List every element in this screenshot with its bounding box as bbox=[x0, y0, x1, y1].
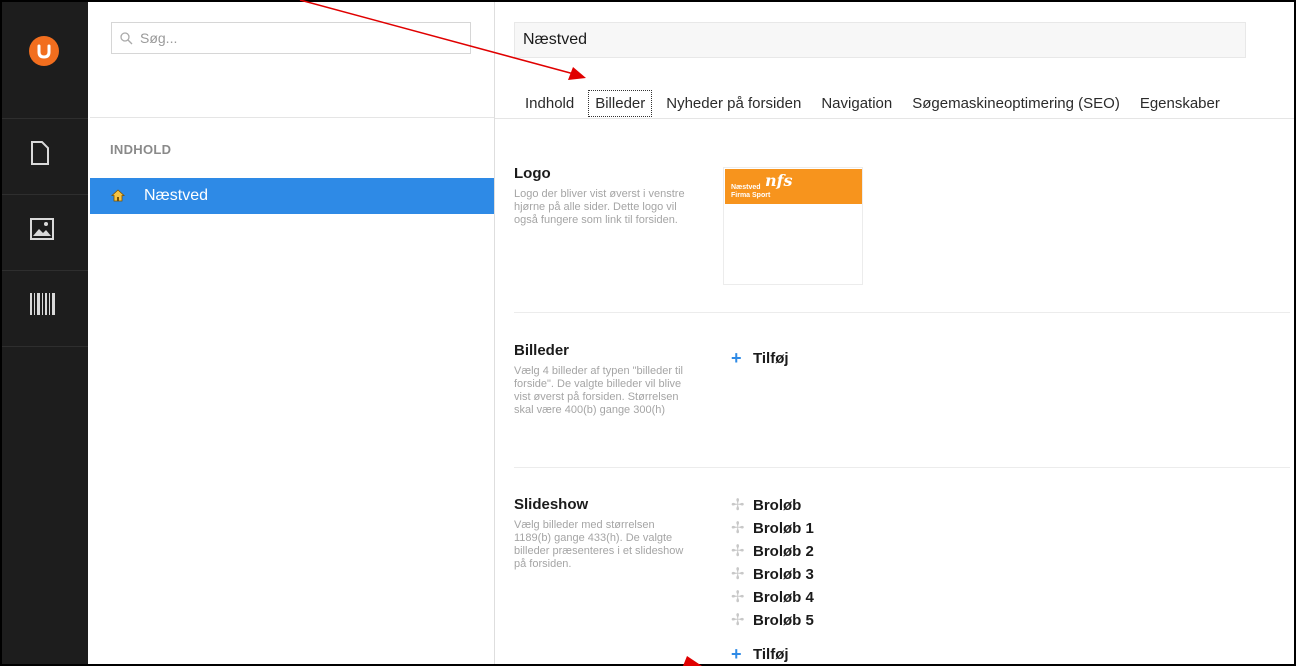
property-description: Vælg billeder med størrelsen 1189(b) gan… bbox=[514, 519, 684, 570]
property-description: Vælg 4 billeder af typen "billeder til f… bbox=[514, 365, 683, 416]
property-divider bbox=[514, 467, 1290, 468]
rail-divider bbox=[2, 346, 88, 347]
add-label: Tilføj bbox=[753, 646, 789, 663]
search-placeholder: Søg... bbox=[140, 30, 178, 46]
tab-indhold[interactable]: Indhold bbox=[519, 91, 580, 116]
search-input[interactable]: Søg... bbox=[111, 22, 471, 54]
barcode-icon[interactable] bbox=[30, 293, 60, 323]
image-icon[interactable] bbox=[30, 218, 60, 248]
logo-text-line1: Næstved bbox=[731, 184, 761, 191]
slideshow-item-label: Broløb 2 bbox=[753, 543, 814, 560]
home-icon bbox=[111, 189, 125, 202]
editor-panel: Næstved Indhold Billeder Nyheder på fors… bbox=[495, 2, 1294, 664]
slideshow-item-label: Broløb 3 bbox=[753, 566, 814, 583]
drag-handle-icon[interactable]: ✢ bbox=[731, 543, 753, 560]
drag-handle-icon[interactable]: ✢ bbox=[731, 497, 753, 514]
property-title: Logo bbox=[514, 165, 551, 182]
property-billeder: Billeder Vælg 4 billeder af typen "bille… bbox=[514, 342, 690, 417]
property-divider bbox=[514, 312, 1290, 313]
slideshow-item-label: Broløb 4 bbox=[753, 589, 814, 606]
slideshow-item[interactable]: ✢ Broløb 4 bbox=[731, 586, 814, 609]
drag-handle-icon[interactable]: ✢ bbox=[731, 612, 753, 629]
search-icon bbox=[120, 32, 133, 45]
tree-item-naestved[interactable]: Næstved bbox=[90, 178, 494, 214]
property-description: Logo der bliver vist øverst i venstre hj… bbox=[514, 188, 685, 226]
drag-handle-icon[interactable]: ✢ bbox=[731, 520, 753, 537]
tab-billeder[interactable]: Billeder bbox=[588, 89, 653, 117]
slideshow-item[interactable]: ✢ Broløb bbox=[731, 494, 814, 517]
logo-image-preview[interactable]: nfs Næstved Firma Sport bbox=[723, 167, 863, 285]
editor-tabs: Indhold Billeder Nyheder på forsiden Nav… bbox=[519, 86, 1234, 120]
add-slideshow-button[interactable]: + Tilføj bbox=[731, 644, 789, 664]
rail-divider bbox=[2, 270, 88, 271]
tab-seo[interactable]: Søgemaskineoptimering (SEO) bbox=[906, 91, 1126, 116]
slideshow-list: ✢ Broløb ✢ Broløb 1 ✢ Broløb 2 ✢ Broløb … bbox=[731, 494, 814, 632]
node-name-field[interactable]: Næstved bbox=[514, 22, 1246, 58]
plus-icon: + bbox=[731, 348, 742, 368]
rail-divider bbox=[2, 194, 88, 195]
rail-divider bbox=[2, 118, 88, 119]
slideshow-item[interactable]: ✢ Broløb 5 bbox=[731, 609, 814, 632]
property-title: Billeder bbox=[514, 342, 570, 359]
property-logo: Logo Logo der bliver vist øverst i venst… bbox=[514, 165, 690, 227]
section-rail bbox=[2, 2, 88, 664]
logo-image: nfs Næstved Firma Sport bbox=[725, 169, 862, 204]
content-tree-panel: Søg... INDHOLD Næstved bbox=[90, 2, 495, 664]
logo-text: Næstved Firma Sport bbox=[731, 184, 770, 200]
slideshow-item[interactable]: ✢ Broløb 3 bbox=[731, 563, 814, 586]
add-images-button[interactable]: + Tilføj bbox=[731, 348, 789, 369]
drag-handle-icon[interactable]: ✢ bbox=[731, 566, 753, 583]
slideshow-item-label: Broløb 5 bbox=[753, 612, 814, 629]
tree-heading: INDHOLD bbox=[110, 142, 172, 157]
app-frame: Søg... INDHOLD Næstved Næstved Indhold B… bbox=[0, 0, 1296, 666]
tab-nyheder[interactable]: Nyheder på forsiden bbox=[660, 91, 807, 116]
property-title: Slideshow bbox=[514, 496, 589, 513]
logo-text-line2: Firma Sport bbox=[731, 192, 771, 199]
node-name-value: Næstved bbox=[523, 31, 588, 48]
tree-divider bbox=[90, 117, 494, 118]
add-label: Tilføj bbox=[753, 350, 789, 367]
slideshow-item[interactable]: ✢ Broløb 1 bbox=[731, 517, 814, 540]
slideshow-item-label: Broløb 1 bbox=[753, 520, 814, 537]
drag-handle-icon[interactable]: ✢ bbox=[731, 589, 753, 606]
tree-item-label: Næstved bbox=[144, 187, 209, 204]
slideshow-item-label: Broløb bbox=[753, 497, 802, 514]
property-slideshow: Slideshow Vælg billeder med størrelsen 1… bbox=[514, 496, 690, 571]
document-icon[interactable] bbox=[30, 140, 60, 170]
plus-icon: + bbox=[731, 644, 742, 664]
umbraco-logo-icon[interactable] bbox=[29, 36, 59, 66]
tabs-divider bbox=[495, 118, 1294, 119]
tab-navigation[interactable]: Navigation bbox=[815, 91, 898, 116]
slideshow-item[interactable]: ✢ Broløb 2 bbox=[731, 540, 814, 563]
tab-egenskaber[interactable]: Egenskaber bbox=[1134, 91, 1226, 116]
